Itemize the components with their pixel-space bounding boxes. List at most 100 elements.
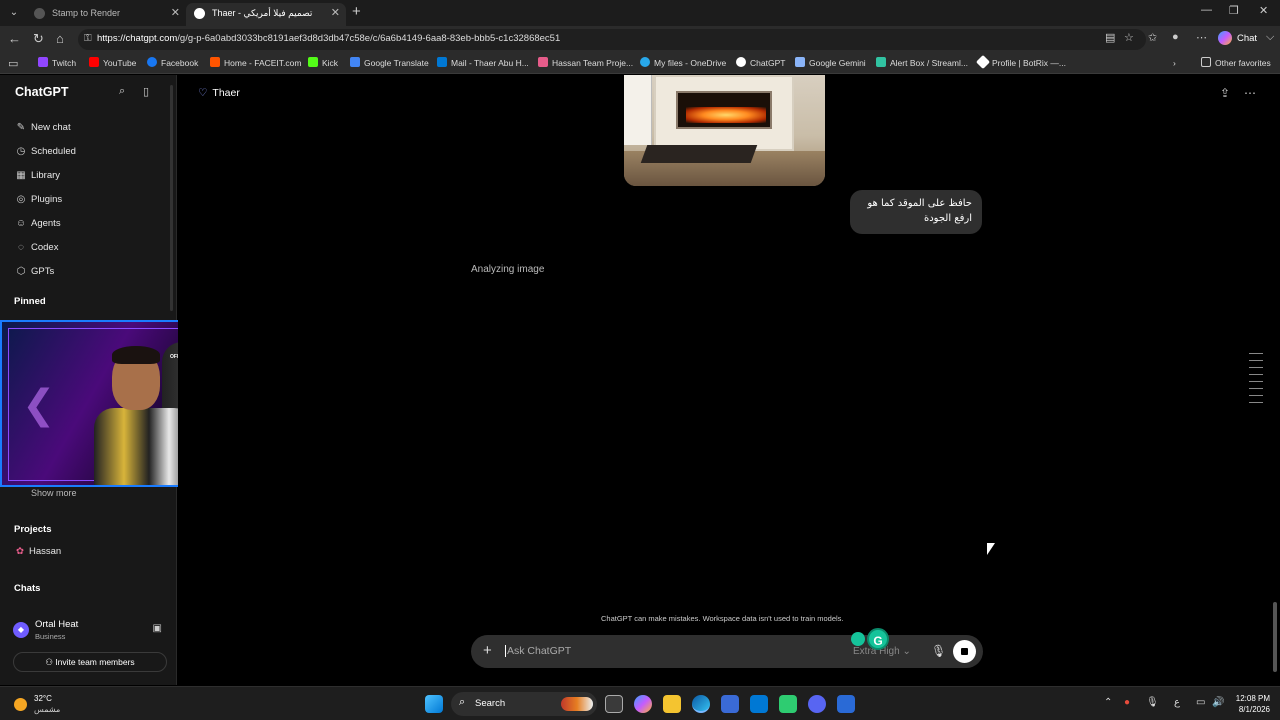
prompt-input[interactable]: Ask ChatGPT	[505, 645, 571, 657]
library-icon: ▦	[16, 170, 26, 181]
bookmark-mail[interactable]: Mail - Thaer Abu H...	[437, 57, 529, 69]
tab-thaer[interactable]: Thaer - تصميم فيلا أمريكي ✕	[186, 3, 346, 26]
nav-plugins[interactable]: ◎ Plugins	[15, 193, 63, 207]
outlook-app-icon[interactable]	[750, 695, 768, 713]
invite-team-button[interactable]: ⚇ Invite team members	[13, 652, 167, 672]
chatgpt-favicon-icon	[194, 8, 205, 19]
coffee-table	[640, 145, 758, 163]
tab-actions-icon[interactable]: ⌄	[5, 5, 23, 21]
file-explorer-icon[interactable]	[663, 695, 681, 713]
share-icon[interactable]: ⇪	[1220, 86, 1230, 100]
tab-bar: ⌄ Stamp to Render ✕ Thaer - تصميم فيلا أ…	[0, 0, 1280, 26]
nav-new-chat[interactable]: ✎ New chat	[15, 121, 71, 135]
nav-agents[interactable]: ☺ Agents	[15, 217, 61, 231]
clock-date: 8/1/2026	[1238, 705, 1270, 714]
account-switcher[interactable]: ◆ Ortal Heat Business ▣	[13, 616, 165, 644]
input-language[interactable]: ع	[1174, 697, 1180, 708]
brand-title[interactable]: ChatGPT	[15, 85, 68, 99]
minimize-icon[interactable]: —	[1201, 4, 1212, 16]
volume-icon[interactable]: 🔊	[1212, 697, 1224, 708]
copilot-app-icon[interactable]	[634, 695, 652, 713]
heart-icon: ♡	[198, 87, 208, 99]
more-options-icon[interactable]: ⋯	[1196, 31, 1207, 44]
chevron-down-icon: ⌄	[902, 646, 911, 657]
task-view-icon[interactable]	[605, 695, 623, 713]
app-icon[interactable]	[837, 695, 855, 713]
new-tab-icon[interactable]: +	[352, 3, 361, 20]
close-window-icon[interactable]: ✕	[1259, 4, 1268, 17]
favorite-star-icon[interactable]: ☆	[1124, 31, 1134, 44]
nav-codex[interactable]: ◌ Codex	[15, 241, 58, 255]
start-icon[interactable]	[425, 695, 443, 713]
sidebar-scrollbar[interactable]	[170, 85, 173, 311]
other-favorites-folder[interactable]: Other favorites	[1201, 57, 1271, 69]
workspace-avatar: ◆	[13, 622, 29, 638]
bookmark-youtube[interactable]: YouTube	[89, 57, 136, 69]
translate-icon	[350, 57, 360, 67]
project-hassan[interactable]: ✿ Hassan	[16, 546, 61, 557]
edge-icon[interactable]	[692, 695, 710, 713]
bookmark-botrix[interactable]: Profile | BotRix —...	[975, 54, 1066, 70]
grammarly-widget[interactable]: G	[847, 628, 891, 650]
grammarly-status-icon	[851, 632, 865, 646]
streamer-hair	[112, 346, 160, 364]
sidebar-toggle-icon[interactable]: ⌵	[1266, 31, 1274, 44]
bookmark-kick[interactable]: Kick	[308, 57, 338, 69]
discord-icon[interactable]	[808, 695, 826, 713]
close-tab-icon[interactable]: ✕	[331, 3, 340, 23]
bookmarks-bar: ▭ Twitch YouTube Facebook Home - FACEIT.…	[0, 53, 1280, 74]
main-scrollbar[interactable]	[1273, 602, 1277, 672]
bookmark-facebook[interactable]: Facebook	[147, 57, 198, 69]
store-icon[interactable]	[721, 695, 739, 713]
network-icon[interactable]: ▭	[1196, 697, 1205, 708]
botrix-icon	[975, 54, 991, 70]
gpt-title[interactable]: ♡ Thaer	[198, 87, 240, 99]
restore-icon[interactable]: ❐	[1229, 4, 1239, 17]
system-clock[interactable]: 12:08 PM 8/1/2026	[1234, 693, 1270, 715]
chat-main: ♡ Thaer ⇪ ⋯ حافظ على الموقد كما هو ارفع ا…	[178, 75, 1280, 685]
profile-icon[interactable]: ●	[1172, 31, 1179, 43]
bookmark-alert-box[interactable]: Alert Box / Streaml...	[876, 57, 968, 69]
nav-library[interactable]: ▦ Library	[15, 169, 60, 183]
more-menu-icon[interactable]: ⋯	[1244, 86, 1256, 100]
switch-workspace-icon[interactable]: ▣	[153, 623, 162, 634]
faceit-icon	[210, 57, 220, 67]
uploaded-image[interactable]	[624, 75, 825, 186]
bookmark-google-translate[interactable]: Google Translate	[350, 57, 429, 69]
refresh-icon[interactable]: ↻	[33, 31, 44, 47]
bookmark-onedrive[interactable]: My files - OneDrive	[640, 57, 726, 69]
back-icon[interactable]: ←	[8, 31, 21, 46]
bookmark-gemini[interactable]: Google Gemini	[795, 57, 866, 69]
stop-generating-button[interactable]	[953, 640, 976, 663]
nav-scheduled[interactable]: ◷ Scheduled	[15, 145, 76, 159]
tab-stamp-to-render[interactable]: Stamp to Render ✕	[26, 3, 186, 26]
reader-mode-icon[interactable]: ▤	[1105, 31, 1115, 44]
show-more-link[interactable]: Show more	[31, 488, 77, 498]
bookmark-chatgpt[interactable]: ChatGPT	[736, 57, 785, 69]
bookmark-twitch[interactable]: Twitch	[38, 57, 76, 69]
composer[interactable]: + Ask ChatGPT Extra High ⌄ 🎙	[471, 635, 983, 668]
bookmarks-overflow-icon[interactable]: ›	[1173, 57, 1176, 69]
url-input[interactable]: ⚿ https://chatgpt.com/g/g-p-6a0abd3033bc…	[78, 29, 1146, 50]
microphone-icon[interactable]: 🎙	[931, 644, 946, 658]
search-icon[interactable]: ⌕	[119, 85, 125, 98]
windows-taskbar: 32°C مشمس ⌕ Search ⌃ ● 🎙 ع ▭ 🔊 12:08 PM …	[0, 686, 1280, 720]
address-bar: ← ↻ ⌂ ⚿ https://chatgpt.com/g/g-p-6a0abd…	[0, 26, 1280, 53]
sidebar-collapse-icon[interactable]: ▯	[143, 85, 149, 98]
collections-icon[interactable]: ▭	[8, 57, 18, 70]
tray-overflow-icon[interactable]: ⌃	[1104, 697, 1112, 708]
green-app-icon[interactable]	[779, 695, 797, 713]
add-attachment-icon[interactable]: +	[483, 642, 492, 659]
bookmark-hassan-team[interactable]: Hassan Team Proje...	[538, 57, 633, 69]
copilot-button[interactable]: Chat	[1218, 30, 1257, 48]
conversation-minimap[interactable]	[1249, 353, 1263, 409]
home-icon[interactable]: ⌂	[56, 31, 64, 46]
close-tab-icon[interactable]: ✕	[171, 3, 180, 23]
tray-app-icon[interactable]: ●	[1124, 697, 1130, 708]
bookmark-faceit[interactable]: Home - FACEIT.com	[210, 57, 301, 69]
kick-icon	[308, 57, 318, 67]
taskbar-search[interactable]: ⌕ Search	[451, 692, 597, 716]
tray-mic-icon[interactable]: 🎙	[1146, 697, 1159, 708]
nav-gpts[interactable]: ⬡ GPTs	[15, 265, 55, 279]
favorites-icon[interactable]: ✩	[1148, 31, 1157, 44]
